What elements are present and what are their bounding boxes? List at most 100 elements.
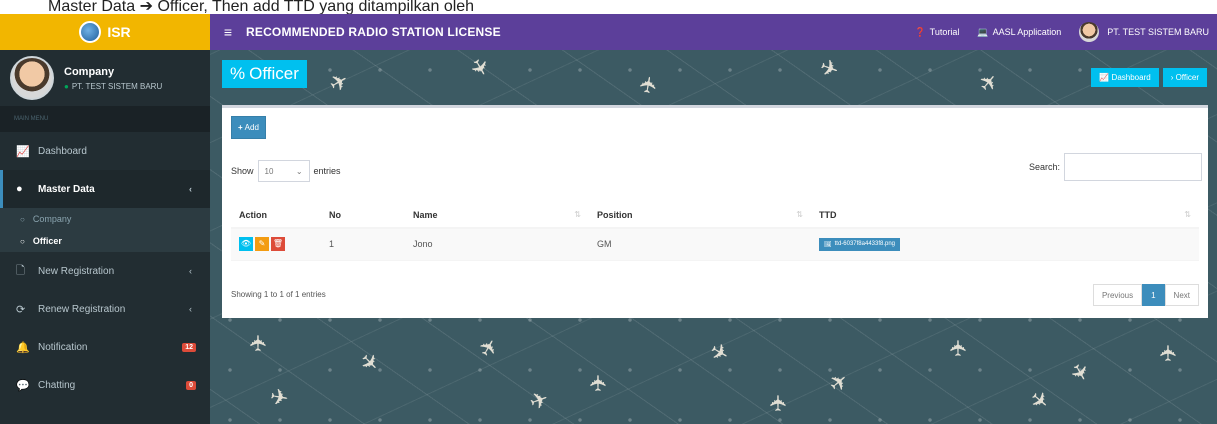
column-label: No [329, 209, 341, 220]
chevron-left-icon: ‹ [189, 266, 192, 276]
airplane-icon: ✈ [634, 73, 663, 97]
brand-text: ISR [107, 24, 131, 40]
airplane-icon: ✈ [464, 53, 496, 82]
airplane-icon: ✈ [473, 333, 505, 362]
table-search: Search: [1029, 153, 1202, 181]
sidebar-item-master-data[interactable]: ● Master Data ‹ [0, 170, 210, 208]
column-header-no[interactable]: No [321, 202, 405, 229]
brand-logo[interactable]: ISR [0, 14, 210, 50]
search-label: Search: [1028, 162, 1060, 172]
tutorial-link[interactable]: ❓ Tutorial [914, 27, 959, 38]
airplane-icon: ✈ [973, 67, 1005, 98]
app-heading: RECOMMENDED RADIO STATION LICENSE [246, 25, 501, 39]
page-title: % Officer [222, 60, 307, 88]
sidebar-item-dashboard[interactable]: 📈 Dashboard [0, 132, 210, 170]
bell-icon: 🔔 [16, 341, 30, 354]
column-header-action: Action [231, 202, 321, 229]
app-window: ISR Company ● PT. TEST SISTEM BARU MAIN M… [0, 14, 1217, 424]
action-cell: 👁 ✎ 🗑 [231, 228, 321, 261]
breadcrumb-officer[interactable]: › Officer [1162, 68, 1207, 87]
sidebar-item-chatting[interactable]: 💬 Chatting 0 [0, 366, 210, 404]
entries-length-value: 10 [264, 166, 274, 176]
plus-icon: + [238, 123, 243, 132]
airplane-icon: ✈ [1064, 358, 1096, 387]
pagination: Previous 1 Next [1092, 284, 1199, 306]
aasl-application-link[interactable]: 💻 AASL Application [977, 27, 1061, 38]
content-area: ✈ ✈ ✈ ✈ ✈ ✈ ✈ ✈ ✈ ✈ ✈ ✈ ✈ ✈ ✈ ✈ ✈ ✈ % Of… [210, 50, 1217, 424]
show-label: Show [231, 166, 254, 176]
circle-outline-icon: ○ [20, 236, 25, 246]
ttd-filename: ttd-6037f8a4433f8.png [834, 241, 896, 248]
sidebar-subitem-company[interactable]: ○ Company [0, 208, 210, 230]
sidebar-item-label: Dashboard [38, 145, 87, 157]
add-button[interactable]: + Add [231, 116, 266, 139]
circle-icon: ● [16, 183, 23, 195]
airplane-icon: ✈ [816, 53, 843, 84]
airplane-icon: ✈ [354, 347, 385, 379]
sidebar-item-label: Renew Registration [38, 303, 126, 315]
edit-button[interactable]: ✎ [255, 237, 269, 252]
no-cell: 1 [321, 228, 405, 261]
column-label: TTD [819, 209, 837, 220]
aasl-label: AASL Application [992, 27, 1062, 37]
hamburger-menu-icon[interactable]: ≡ [210, 24, 246, 40]
name-cell: Jono [405, 228, 589, 261]
breadcrumb-label: Officer [1175, 73, 1199, 82]
sidebar-item-label: Master Data [38, 183, 95, 195]
top-right-menu: ❓ Tutorial 💻 AASL Application PT. TEST S… [914, 22, 1217, 42]
add-label: Add [244, 123, 259, 132]
online-dot-icon: ● [64, 81, 69, 91]
user-company: ● PT. TEST SISTEM BARU [64, 82, 162, 91]
column-label: Position [597, 209, 633, 220]
breadcrumb-dashboard[interactable]: 📈 Dashboard [1091, 68, 1159, 87]
chevron-left-icon: ‹ [189, 304, 192, 314]
table-info: Showing 1 to 1 of 1 entries [231, 290, 326, 299]
column-header-position[interactable]: Position ⇅ [589, 202, 811, 229]
user-name: Company [64, 65, 115, 78]
sidebar-item-new-registration[interactable]: 🗋 New Registration ‹ [0, 252, 210, 290]
chevron-down-icon: ⌄ [295, 166, 303, 176]
delete-button[interactable]: 🗑 [271, 237, 285, 252]
airplane-icon: ✈ [586, 373, 612, 393]
sidebar: ISR Company ● PT. TEST SISTEM BARU MAIN M… [0, 14, 210, 424]
position-cell: GM [589, 228, 811, 261]
column-header-ttd[interactable]: TTD ⇅ [811, 202, 1199, 229]
entries-label: entries [313, 166, 341, 176]
sitemap-icon: % [230, 64, 246, 83]
column-label: Action [239, 209, 267, 220]
airplane-icon: ✈ [823, 367, 854, 399]
officer-table-box: + Add Show 10 ⌄ entries Search: Action No [222, 105, 1208, 318]
sidebar-subitem-officer[interactable]: ○ Officer [0, 230, 210, 252]
table-header-row: Action No Name ⇅ Position ⇅ TTD ⇅ [231, 202, 1199, 229]
pagination-previous[interactable]: Previous [1092, 284, 1143, 306]
user-menu-label: PT. TEST SISTEM BARU [1107, 27, 1209, 37]
question-circle-icon: ❓ [914, 26, 926, 37]
show-entries-control: Show 10 ⌄ entries [231, 160, 341, 182]
ttd-cell: 🖼 ttd-6037f8a4433f8.png [811, 228, 1199, 261]
search-input[interactable] [1064, 153, 1202, 181]
submenu-master-data: ○ Company ○ Officer [0, 208, 210, 252]
pagination-page-1[interactable]: 1 [1142, 284, 1165, 306]
chat-count-badge: 0 [186, 380, 196, 390]
chevron-left-icon: ‹ [189, 184, 192, 194]
airplane-icon: ✈ [1156, 343, 1182, 363]
sidebar-item-label: Notification [38, 341, 88, 353]
view-button[interactable]: 👁 [239, 237, 253, 252]
sidebar-item-label: New Registration [38, 265, 115, 277]
sidebar-item-renew-registration[interactable]: ⟳ Renew Registration ‹ [0, 290, 210, 328]
pagination-next[interactable]: Next [1164, 284, 1199, 306]
tutorial-label: Tutorial [929, 27, 960, 37]
nav-header: MAIN MENU [0, 106, 210, 132]
file-icon: 🗋 [16, 264, 25, 277]
sort-icon: ⇅ [796, 209, 803, 219]
airplane-icon: ✈ [1024, 385, 1055, 417]
caption-text: Master Data ➔ Officer, Then add TTD yang… [0, 0, 1217, 14]
user-menu[interactable]: PT. TEST SISTEM BARU [1079, 22, 1209, 42]
sidebar-item-notification[interactable]: 🔔 Notification 12 [0, 328, 210, 366]
page-title-text: Officer [249, 64, 299, 83]
user-panel: Company ● PT. TEST SISTEM BARU [0, 50, 210, 106]
ttd-file-link[interactable]: 🖼 ttd-6037f8a4433f8.png [819, 237, 901, 251]
user-company-label: PT. TEST SISTEM BARU [71, 81, 163, 91]
column-header-name[interactable]: Name ⇅ [405, 202, 589, 229]
entries-length-select[interactable]: 10 ⌄ [257, 160, 310, 182]
